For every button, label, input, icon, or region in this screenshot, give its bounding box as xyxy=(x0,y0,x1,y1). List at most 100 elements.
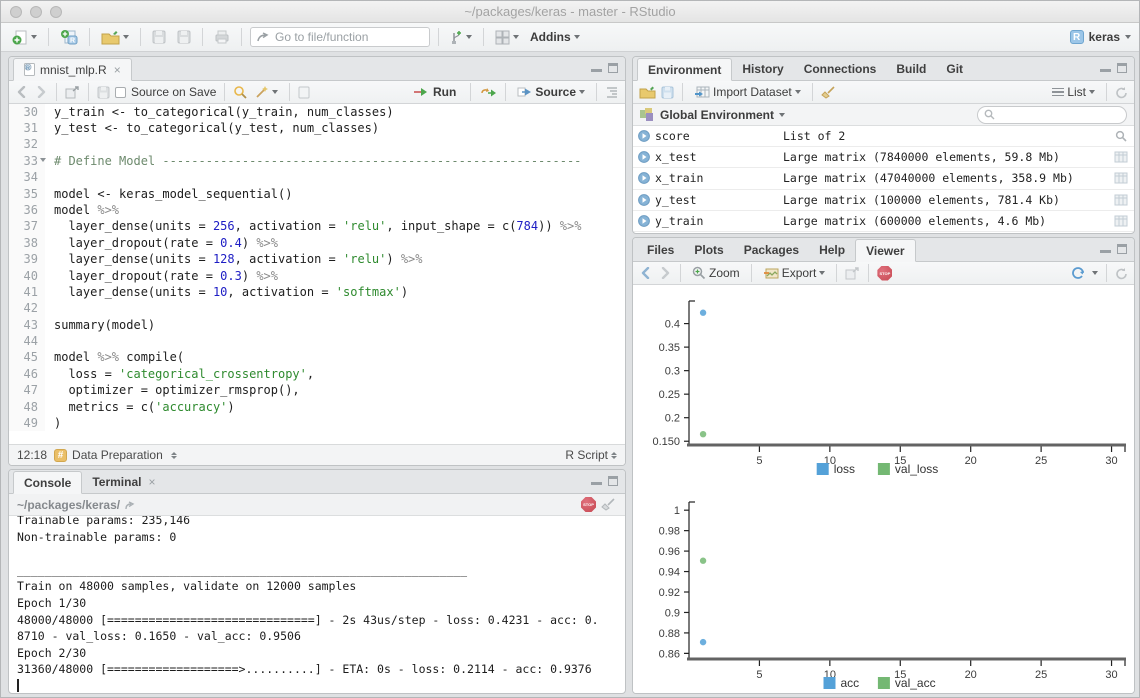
view-table-icon[interactable] xyxy=(1114,151,1128,163)
legend-label-val_acc: val_acc xyxy=(895,676,936,690)
env-row-y_train[interactable]: y_trainLarge matrix (600000 elements, 4.… xyxy=(633,211,1134,232)
section-selector[interactable]: # Data Preparation xyxy=(54,448,177,462)
env-row-x_train[interactable]: x_trainLarge matrix (47040000 elements, … xyxy=(633,168,1134,189)
tab-viewer[interactable]: Viewer xyxy=(855,239,915,262)
tab-history[interactable]: History xyxy=(732,57,793,80)
doc-type-selector[interactable]: R Script xyxy=(565,448,617,462)
load-workspace-icon[interactable] xyxy=(639,86,656,99)
variable-value: Large matrix (600000 elements, 4.6 Mb) xyxy=(783,214,1108,228)
fold-arrow-icon[interactable] xyxy=(40,158,46,162)
forward-icon[interactable] xyxy=(34,86,48,98)
tab-files[interactable]: Files xyxy=(637,238,684,261)
tab-git[interactable]: Git xyxy=(936,57,973,80)
list-view-button[interactable]: List xyxy=(1049,83,1098,101)
view-table-icon[interactable] xyxy=(1114,194,1128,206)
close-icon[interactable]: × xyxy=(148,475,155,489)
publish-caret-icon[interactable] xyxy=(1092,271,1098,275)
stop-viewer-icon[interactable]: STOP xyxy=(877,266,892,281)
goto-file-function-input[interactable]: Go to file/function xyxy=(250,27,430,47)
workspace-panes-button[interactable] xyxy=(492,28,522,47)
tab-connections[interactable]: Connections xyxy=(794,57,887,80)
popout-icon[interactable] xyxy=(65,86,80,99)
clear-console-icon[interactable] xyxy=(601,497,617,512)
code-editor[interactable]: 29# Convert class vectors to binary clas… xyxy=(9,104,625,444)
addins-button[interactable]: Addins xyxy=(527,28,583,46)
minimize-pane-icon[interactable] xyxy=(1100,63,1111,72)
env-row-y_test[interactable]: y_testLarge matrix (100000 elements, 781… xyxy=(633,190,1134,211)
console-cursor xyxy=(17,679,19,692)
y-tick-label: 0.94 xyxy=(659,567,680,579)
tab-plots[interactable]: Plots xyxy=(684,238,733,261)
r-script-icon: R xyxy=(24,63,35,76)
export-button[interactable]: Export xyxy=(760,264,829,282)
find-replace-icon[interactable] xyxy=(233,85,247,99)
document-outline-icon[interactable] xyxy=(605,86,619,98)
panes-caret-icon xyxy=(513,35,519,39)
maximize-pane-icon[interactable] xyxy=(608,476,618,486)
minimize-pane-icon[interactable] xyxy=(1100,244,1111,253)
rerun-icon[interactable] xyxy=(479,87,497,98)
maximize-pane-icon[interactable] xyxy=(608,63,618,73)
project-menu-button[interactable]: R keras xyxy=(1070,30,1131,44)
save-workspace-icon[interactable] xyxy=(661,86,674,99)
tab-help[interactable]: Help xyxy=(809,238,855,261)
view-table-icon[interactable] xyxy=(1114,172,1128,184)
new-file-button[interactable] xyxy=(9,27,40,47)
data-point-val_acc xyxy=(700,558,706,564)
save-button[interactable] xyxy=(149,28,169,46)
import-dataset-button[interactable]: Import Dataset xyxy=(691,83,804,101)
tab-terminal[interactable]: Terminal× xyxy=(82,470,165,493)
expand-arrow-icon[interactable] xyxy=(638,172,650,184)
refresh-viewer-icon[interactable] xyxy=(1115,267,1128,280)
open-file-button[interactable] xyxy=(98,28,132,47)
interrupt-r-icon[interactable]: STOP xyxy=(581,497,596,512)
save-doc-icon[interactable] xyxy=(97,86,110,99)
zoom-plot-button[interactable]: Zoom xyxy=(689,264,743,282)
tab-environment[interactable]: Environment xyxy=(637,58,732,81)
view-table-icon[interactable] xyxy=(1114,215,1128,227)
print-button[interactable] xyxy=(211,28,233,46)
back-plot-icon[interactable] xyxy=(639,267,653,279)
goto-directory-icon[interactable] xyxy=(125,500,136,510)
minimize-pane-icon[interactable] xyxy=(591,476,602,485)
x-tick-label: 30 xyxy=(1105,669,1117,681)
close-tab-icon[interactable]: × xyxy=(114,63,121,77)
environment-search-input[interactable] xyxy=(977,106,1127,124)
version-control-button[interactable] xyxy=(447,28,475,47)
run-button[interactable]: Run xyxy=(407,84,462,100)
env-row-score[interactable]: scoreList of 2 xyxy=(633,126,1134,147)
expand-arrow-icon[interactable] xyxy=(638,215,650,227)
publish-icon[interactable] xyxy=(1070,266,1087,280)
clear-environment-icon[interactable] xyxy=(821,85,837,100)
source-on-save-checkbox[interactable] xyxy=(115,87,126,98)
refresh-environment-icon[interactable] xyxy=(1115,86,1128,99)
y-tick-label: 0.25 xyxy=(659,389,680,401)
tab-packages[interactable]: Packages xyxy=(734,238,809,261)
minimize-pane-icon[interactable] xyxy=(591,63,602,72)
y-tick-label: 0.4 xyxy=(665,319,680,331)
export-image-icon xyxy=(763,267,779,280)
maximize-pane-icon[interactable] xyxy=(1117,63,1127,73)
save-all-button[interactable] xyxy=(174,28,194,46)
expand-arrow-icon[interactable] xyxy=(638,151,650,163)
expand-arrow-icon[interactable] xyxy=(638,130,650,142)
expand-arrow-icon[interactable] xyxy=(638,194,650,206)
forward-plot-icon[interactable] xyxy=(658,267,672,279)
code-line: 40 layer_dropout(rate = 0.3) %>% xyxy=(9,268,625,284)
code-tools-button[interactable] xyxy=(252,83,281,101)
tab-build[interactable]: Build xyxy=(886,57,936,80)
line-number: 41 xyxy=(9,284,45,300)
remove-plot-icon[interactable] xyxy=(845,267,860,280)
new-project-button[interactable]: R xyxy=(57,27,81,47)
back-icon[interactable] xyxy=(15,86,29,98)
code-lines: 29# Convert class vectors to binary clas… xyxy=(9,104,625,444)
tab-mnist-mlp[interactable]: R mnist_mlp.R × xyxy=(13,58,132,81)
tab-console[interactable]: Console xyxy=(13,471,82,494)
inspect-object-icon[interactable] xyxy=(1115,130,1128,143)
console-output[interactable]: Trainable params: 235,146Non-trainable p… xyxy=(9,516,625,693)
source-button[interactable]: Source xyxy=(514,83,588,101)
environment-scope-selector[interactable]: Global Environment xyxy=(660,108,785,122)
compile-report-icon[interactable] xyxy=(298,86,310,99)
maximize-pane-icon[interactable] xyxy=(1117,244,1127,254)
env-row-x_test[interactable]: x_testLarge matrix (7840000 elements, 59… xyxy=(633,147,1134,168)
